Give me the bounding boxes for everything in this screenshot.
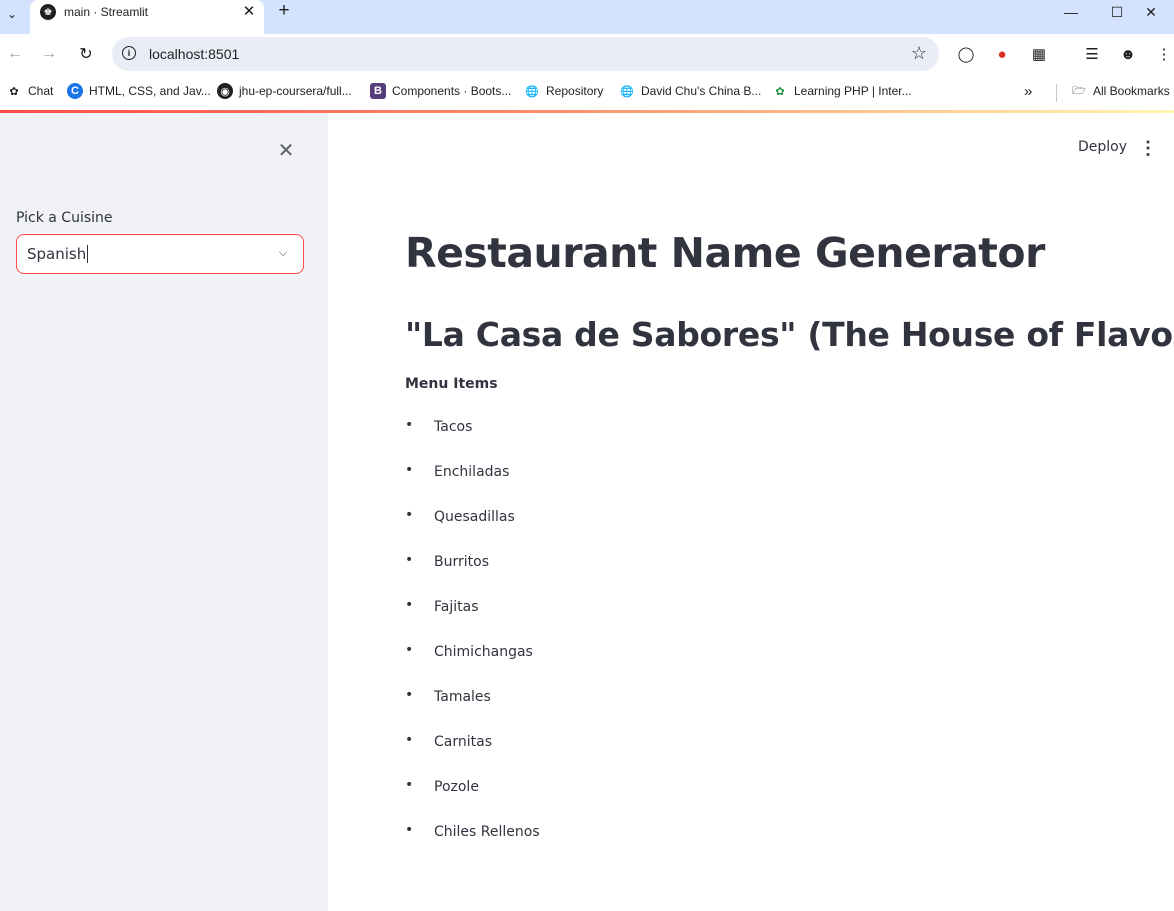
bullet-icon: • (405, 822, 414, 838)
menu-item-text: Quesadillas (434, 509, 515, 525)
page-title: Restaurant Name Generator (405, 229, 1045, 277)
chat-icon: ✿ (9, 85, 19, 98)
cuisine-select-label: Pick a Cuisine (16, 210, 113, 226)
bullet-icon: • (405, 732, 414, 748)
cuisine-select-value[interactable]: Spanish (27, 245, 89, 263)
menu-item-text: Pozole (434, 779, 479, 795)
bullet-icon: • (405, 552, 414, 568)
bookmark-item[interactable]: B Components · Boots... (370, 82, 511, 100)
bullet-icon: • (405, 417, 414, 433)
deploy-button[interactable]: Deploy (1078, 139, 1127, 155)
bullet-icon: • (405, 462, 414, 478)
globe-icon: 🌐 (525, 85, 539, 98)
streamlit-favicon-icon: ♚ (40, 4, 56, 20)
folder-icon: 🗁 (1072, 84, 1086, 97)
forward-button[interactable]: → (37, 44, 61, 64)
bookmark-item[interactable]: ◉ jhu-ep-coursera/full... (217, 82, 352, 100)
extension-2-icon[interactable]: ● (991, 43, 1013, 65)
menu-item-text: Fajitas (434, 599, 479, 615)
new-tab-button[interactable]: + (274, 0, 294, 21)
site-info-icon[interactable]: i (122, 46, 136, 60)
address-bar[interactable]: i localhost:8501 ☆ (112, 37, 939, 71)
restaurant-name-heading: "La Casa de Sabores" (The House of Flavo… (405, 315, 1174, 354)
tab-search-chevron-icon[interactable]: ⌄ (2, 4, 22, 24)
bookmarks-divider (1056, 84, 1057, 102)
media-controls-icon[interactable]: ☰ (1081, 43, 1103, 65)
minimize-window-button[interactable]: — (1048, 0, 1094, 24)
tab-title: main · Streamlit (64, 5, 149, 19)
bookmark-item[interactable]: 🌐 Repository (524, 82, 603, 100)
back-button[interactable]: ← (3, 44, 27, 64)
sidebar: ✕ Pick a Cuisine Spanish ⌵ (0, 113, 328, 911)
profile-avatar-icon[interactable]: ☻ (1117, 43, 1139, 65)
cuisine-select[interactable]: Spanish ⌵ (16, 234, 304, 274)
bookmark-item[interactable]: 🌐 David Chu's China B... (619, 82, 761, 100)
menu-item-text: Tamales (434, 689, 491, 705)
menu-item-text: Chiles Rellenos (434, 824, 540, 840)
bullet-icon: • (405, 777, 414, 793)
bookmark-star-icon[interactable]: ☆ (911, 43, 927, 64)
bullet-icon: • (405, 687, 414, 703)
app-menu-icon[interactable]: ⋮ (1139, 137, 1157, 159)
extensions-puzzle-icon[interactable]: ▦ (1028, 43, 1050, 65)
bookmark-label: jhu-ep-coursera/full... (239, 84, 352, 98)
url-text[interactable]: localhost:8501 (149, 46, 239, 62)
more-bookmarks-chevron-icon[interactable]: » (1024, 82, 1032, 100)
menu-items-heading: Menu Items (405, 376, 498, 392)
chevron-down-icon[interactable]: ⌵ (275, 245, 291, 261)
bootstrap-icon: B (370, 83, 386, 99)
bookmark-label: Components · Boots... (392, 84, 512, 98)
main-content: Deploy ⋮ Restaurant Name Generator "La C… (328, 113, 1174, 911)
menu-item-text: Tacos (434, 419, 473, 435)
bullet-icon: • (405, 507, 414, 523)
bullet-icon: • (405, 597, 414, 613)
bookmark-label: Repository (546, 84, 604, 98)
browser-tab-bar: ⌄ ♚ main · Streamlit ✕ + — ☐ ✕ (0, 0, 1174, 34)
bookmark-label: HTML, CSS, and Jav... (89, 84, 211, 98)
menu-item-text: Chimichangas (434, 644, 533, 660)
close-sidebar-icon[interactable]: ✕ (276, 140, 296, 162)
bookmark-item[interactable]: C HTML, CSS, and Jav... (67, 82, 211, 100)
globe-icon: 🌐 (620, 85, 634, 98)
bookmark-label: Learning PHP | Inter... (794, 84, 912, 98)
bookmarks-bar: ✿ Chat C HTML, CSS, and Jav... ◉ jhu-ep-… (0, 76, 1174, 110)
extension-1-icon[interactable]: ◯ (955, 43, 977, 65)
browser-tab[interactable]: ♚ main · Streamlit ✕ (30, 0, 264, 34)
browser-toolbar: ← → ↻ i localhost:8501 ☆ ◯ ● ▦ ☰ ☻ ⋮ (0, 34, 1174, 76)
all-bookmarks-folder[interactable]: 🗁 All Bookmarks (1071, 82, 1170, 100)
close-tab-icon[interactable]: ✕ (240, 2, 258, 20)
bookmark-label: David Chu's China B... (641, 84, 762, 98)
bullet-icon: • (405, 642, 414, 658)
coursera-icon: C (67, 83, 83, 99)
reload-button[interactable]: ↻ (74, 44, 98, 64)
leaf-icon: ✿ (775, 85, 785, 98)
browser-menu-icon[interactable]: ⋮ (1153, 43, 1174, 65)
github-icon: ◉ (217, 83, 233, 99)
menu-item-text: Burritos (434, 554, 489, 570)
menu-item-text: Carnitas (434, 734, 492, 750)
close-window-button[interactable]: ✕ (1128, 0, 1174, 24)
bookmark-item[interactable]: ✿ Chat (6, 82, 53, 100)
all-bookmarks-label: All Bookmarks (1093, 84, 1170, 98)
bookmark-item[interactable]: ✿ Learning PHP | Inter... (772, 82, 912, 100)
bookmark-label: Chat (28, 84, 54, 98)
menu-item-text: Enchiladas (434, 464, 510, 480)
